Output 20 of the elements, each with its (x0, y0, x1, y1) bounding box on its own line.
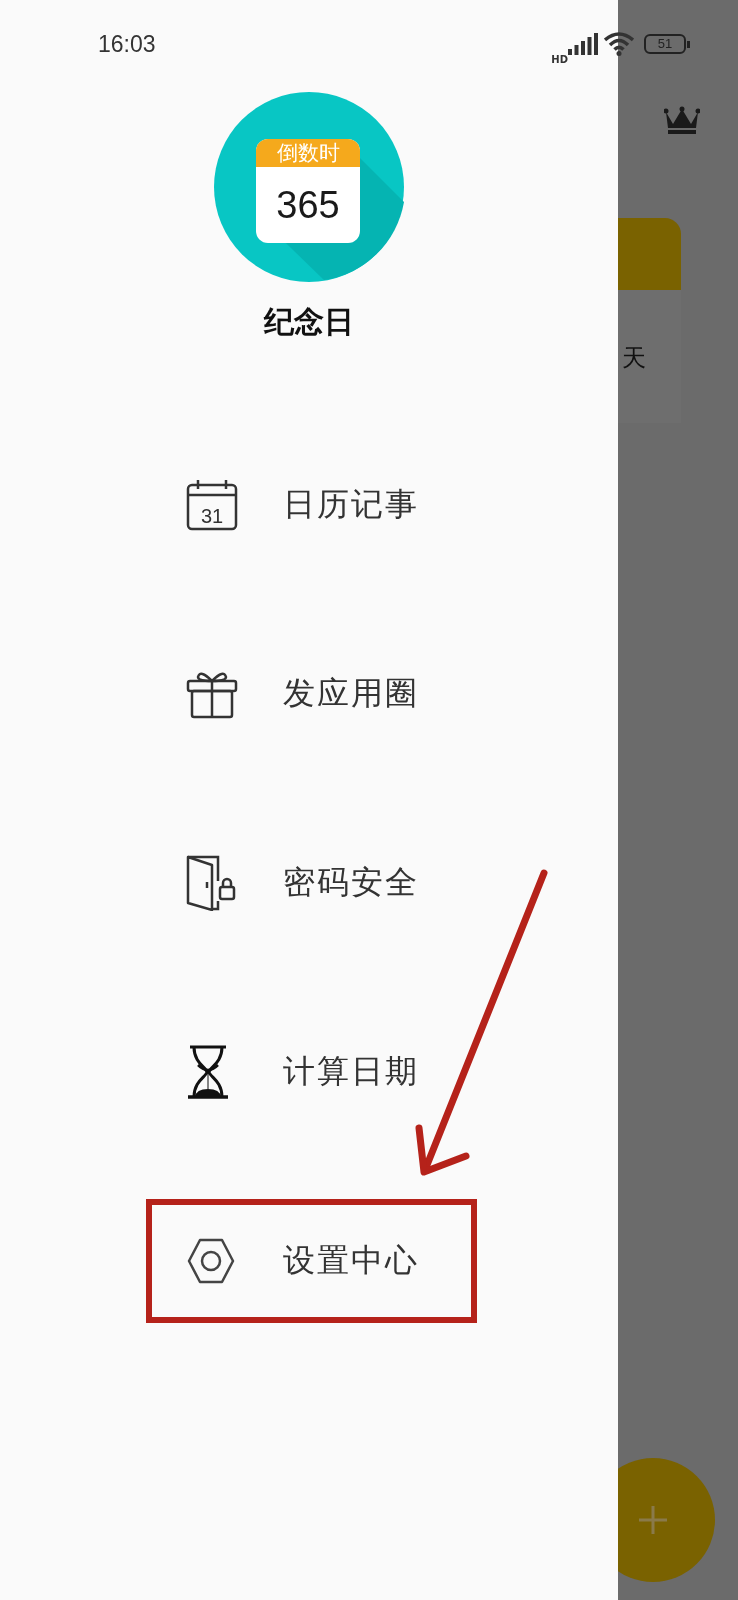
door-lock-icon (186, 854, 238, 911)
wifi-icon (604, 32, 634, 56)
logo-header-text: 倒数时 (256, 139, 360, 167)
menu-item[interactable]: 31 日历记事 (146, 442, 477, 567)
crown-icon[interactable] (664, 106, 700, 134)
logo-number: 365 (275, 182, 341, 228)
card-text: 天 (622, 343, 646, 374)
clock-time: 16:03 (98, 30, 156, 58)
card-header (618, 218, 681, 290)
signal-icon (568, 33, 598, 55)
plus-icon (638, 1505, 668, 1535)
app-name: 纪念日 (264, 303, 354, 341)
menu-item[interactable]: 密码安全 (146, 820, 477, 945)
menu-item[interactable]: 计算日期 (146, 1009, 477, 1134)
menu-item[interactable]: 发应用圈 (146, 631, 477, 756)
battery-indicator: 51 (644, 34, 690, 54)
menu-item[interactable]: 设置中心 (146, 1198, 477, 1323)
network-label: HD (551, 53, 568, 65)
calendar-icon-date: 31 (200, 504, 224, 527)
hourglass-icon (186, 1044, 230, 1099)
